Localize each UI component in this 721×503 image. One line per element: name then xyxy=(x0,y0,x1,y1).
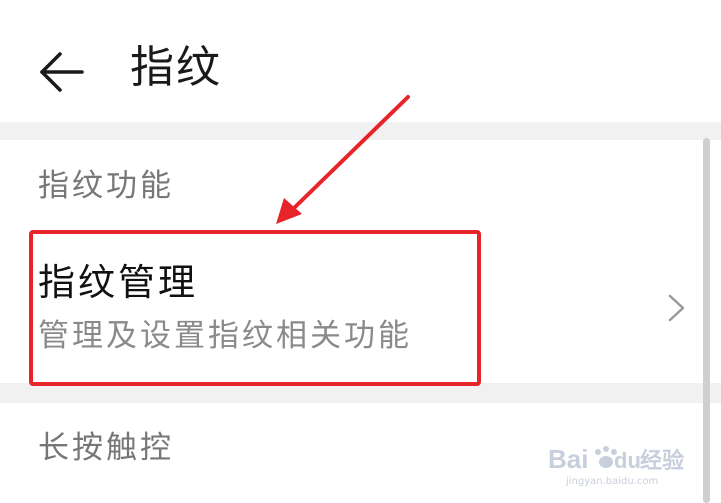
watermark-jingyan: 经验 xyxy=(640,448,684,474)
section-header-long-press-touch: 长按触控 xyxy=(38,430,174,466)
watermark-bai: Bai xyxy=(548,444,588,474)
section-divider xyxy=(0,383,721,403)
arrow-left-icon xyxy=(40,52,84,92)
scrollbar[interactable] xyxy=(703,138,710,503)
chevron-right-icon xyxy=(668,294,685,322)
watermark-url: jingyan.baidu.com xyxy=(565,476,658,487)
section-header-fingerprint-functions: 指纹功能 xyxy=(38,168,174,204)
section-divider xyxy=(0,122,721,140)
back-button[interactable] xyxy=(34,40,90,100)
top-app-bar: 指纹 xyxy=(0,0,721,122)
fingerprint-management-item[interactable]: 指纹管理 管理及设置指纹相关功能 xyxy=(0,228,700,383)
settings-screen: 指纹 指纹功能 指纹管理 管理及设置指纹相关功能 长按触控 Bai du 经验 xyxy=(0,0,721,503)
list-item-subtitle: 管理及设置指纹相关功能 xyxy=(38,318,412,354)
list-item-title: 指纹管理 xyxy=(38,261,198,304)
paw-icon xyxy=(595,446,617,468)
baidu-jingyan-watermark: Bai du 经验 jingyan.baidu.com xyxy=(548,438,698,488)
watermark-du: du xyxy=(614,448,641,473)
page-title: 指纹 xyxy=(130,42,222,93)
